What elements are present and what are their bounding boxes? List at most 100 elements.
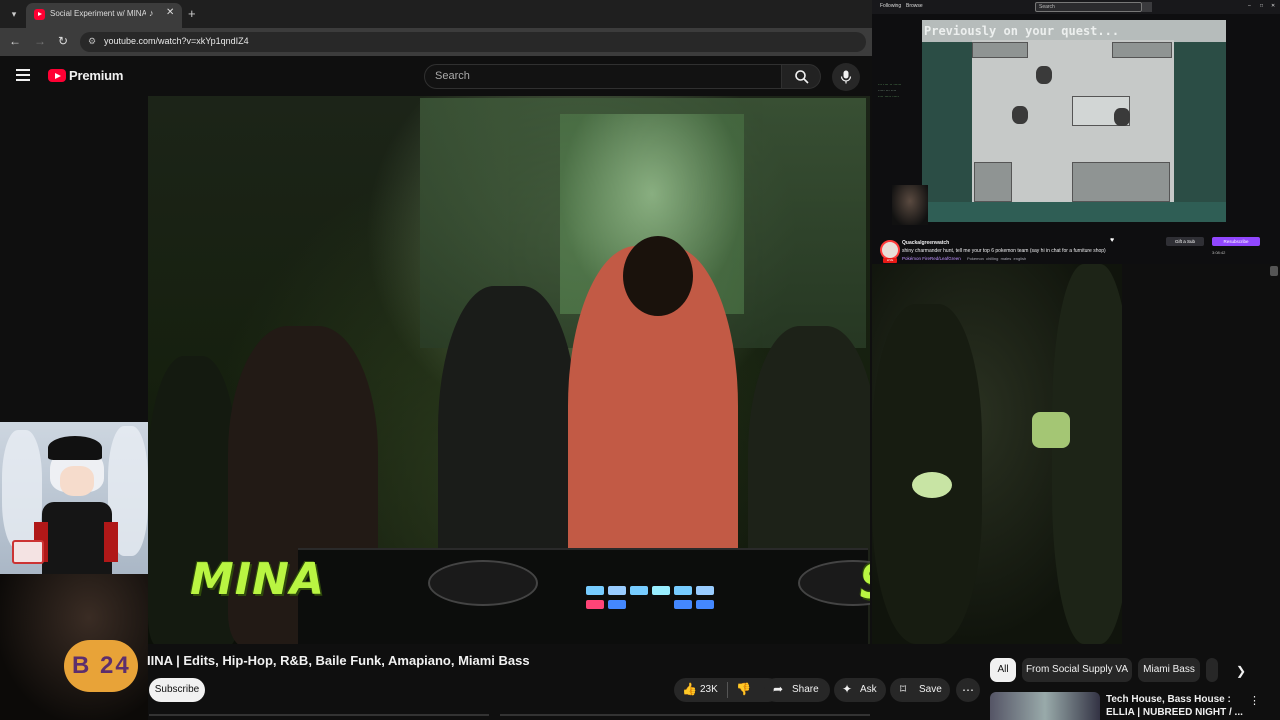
pad: [608, 600, 626, 609]
crowd-person: [1052, 264, 1122, 644]
stream-tag[interactable]: Pokemon: [967, 256, 984, 261]
sidebar-empty-area: [1122, 264, 1280, 648]
npc-sprite: [1012, 106, 1028, 124]
back-icon[interactable]: ←: [7, 34, 23, 48]
share-icon: ➦: [773, 682, 784, 696]
search-icon: [795, 70, 809, 84]
channel-name[interactable]: Quackalgreenwatch: [902, 240, 949, 246]
resubscribe-button[interactable]: Resubscribe: [1212, 237, 1260, 246]
jog-wheel: [428, 560, 538, 606]
close-tab-icon[interactable]: ✕: [166, 7, 174, 18]
stream-uptime: 3:08:42: [1212, 250, 1226, 255]
menu-icon[interactable]: [16, 69, 30, 81]
recommended-title[interactable]: Tech House, Bass House : ELLIA | NUBREED…: [1106, 693, 1246, 719]
game-shelf: [1072, 162, 1170, 202]
avatar-shirt: [42, 502, 112, 574]
cup: [1032, 412, 1070, 448]
stream-top-bar: Following Browse Search – □ ✕: [872, 0, 1280, 14]
scroll-hint: [149, 714, 489, 716]
voice-search-button[interactable]: [832, 63, 860, 91]
vtuber-avatar: [0, 422, 148, 574]
new-tab-icon[interactable]: +: [188, 6, 196, 21]
reload-icon[interactable]: ↻: [55, 34, 71, 48]
stream-info-bar: LIVE Quackalgreenwatch shiny charmander …: [872, 228, 1280, 264]
stream-search-input[interactable]: Search: [1035, 2, 1142, 12]
search-button[interactable]: [781, 64, 821, 89]
stream-category[interactable]: Pokémon FireRed/LeafGreen: [902, 256, 961, 261]
tab-strip: ▾ Social Experiment w/ MINA ♪ ✕ +: [0, 0, 872, 28]
nav-following[interactable]: Following: [880, 3, 901, 9]
avatar-sign: [12, 540, 44, 564]
scrollbar-thumb[interactable]: [1270, 266, 1278, 276]
video-extension: [872, 264, 1122, 644]
active-tab[interactable]: Social Experiment w/ MINA ♪ ✕: [26, 3, 182, 28]
share-label: Share: [792, 684, 819, 695]
stream-window: Following Browse Search – □ ✕ ··· ···· ·…: [872, 0, 1280, 264]
subscribe-button[interactable]: Subscribe: [149, 678, 205, 702]
stream-tag[interactable]: english: [1014, 256, 1027, 261]
microphone-icon: [840, 70, 852, 84]
youtube-logo-icon[interactable]: [48, 69, 66, 82]
stream-tag[interactable]: males: [1001, 256, 1012, 261]
dj-controller: [298, 548, 870, 644]
kebab-menu-icon[interactable]: ⋮: [1249, 694, 1260, 707]
gift-sub-button[interactable]: Gift a Sub: [1166, 237, 1204, 246]
close-window-icon[interactable]: ✕: [1271, 3, 1275, 9]
scroll-hint: [500, 714, 870, 716]
npc-sprite: [1036, 66, 1052, 84]
chip-from-channel[interactable]: From Social Supply VA: [1022, 658, 1132, 682]
chip-all[interactable]: All: [990, 658, 1016, 682]
maximize-icon[interactable]: □: [1260, 3, 1263, 9]
forward-icon[interactable]: →: [32, 34, 48, 48]
like-icon[interactable]: 👍: [682, 682, 697, 696]
game-shelf: [974, 162, 1012, 202]
game-tile: [1112, 42, 1172, 58]
avatar-sleeve: [104, 522, 118, 562]
game-banner: Previously on your quest...: [922, 20, 1226, 42]
nav-browse[interactable]: Browse: [906, 3, 923, 9]
save-button[interactable]: ⌑ Save: [890, 678, 950, 702]
browser-window: ▾ Social Experiment w/ MINA ♪ ✕ + ← → ↻ …: [0, 0, 872, 720]
tab-search-icon[interactable]: ▾: [6, 6, 22, 22]
ask-button[interactable]: ✦ Ask: [834, 678, 886, 702]
stream-tag[interactable]: chilling: [986, 256, 998, 261]
chip-more[interactable]: [1206, 658, 1218, 682]
pad: [674, 586, 692, 595]
address-bar[interactable]: ⚙ youtube.com/watch?v=xkYp1qndIZ4: [80, 32, 866, 52]
minimize-icon[interactable]: –: [1248, 3, 1251, 9]
recommended-thumbnail[interactable]: [990, 692, 1100, 720]
like-count[interactable]: 23K: [700, 684, 718, 695]
avatar-face: [60, 466, 94, 496]
pad: [674, 600, 692, 609]
game-footer: [922, 202, 1226, 222]
heart-icon[interactable]: ♥: [1110, 237, 1114, 244]
more-actions-icon[interactable]: ⋯: [956, 678, 980, 702]
bookmark-icon: ⌑: [900, 682, 907, 696]
pad: [630, 586, 648, 595]
dislike-icon[interactable]: 👎: [736, 682, 751, 696]
stream-description: shiny charmander hunt, tell me your top …: [902, 248, 1106, 254]
video-overlay-show: SOCIAL EXPERIMENT: [860, 556, 870, 610]
video-player[interactable]: MINA SOCIAL EXPERIMENT: [148, 96, 870, 644]
streamer-cam: [892, 185, 928, 225]
search-input[interactable]: Search: [424, 64, 782, 89]
youtube-header: Premium Search: [0, 56, 872, 96]
chevron-right-icon[interactable]: ❯: [1236, 664, 1246, 678]
pad: [586, 586, 604, 595]
pad: [696, 586, 714, 595]
game-tile: [972, 42, 1028, 58]
share-button[interactable]: ➦ Share: [764, 678, 830, 702]
tab-title: Social Experiment w/ MINA: [50, 9, 146, 18]
pad: [586, 600, 604, 609]
audio-playing-icon[interactable]: ♪: [149, 8, 154, 18]
stream-search-icon[interactable]: [1142, 2, 1152, 12]
youtube-brand[interactable]: Premium: [69, 68, 123, 83]
site-info-icon[interactable]: ⚙: [88, 36, 96, 47]
pad: [696, 600, 714, 609]
youtube-favicon-icon: [34, 9, 45, 20]
game-banner-text: Previously on your quest...: [924, 24, 1120, 38]
video-title: IINA | Edits, Hip-Hop, R&B, Baile Funk, …: [147, 653, 530, 668]
game-screen[interactable]: Previously on your quest...: [922, 20, 1226, 222]
chip-miami-bass[interactable]: Miami Bass: [1138, 658, 1200, 682]
channel-avatar[interactable]: [880, 240, 900, 260]
